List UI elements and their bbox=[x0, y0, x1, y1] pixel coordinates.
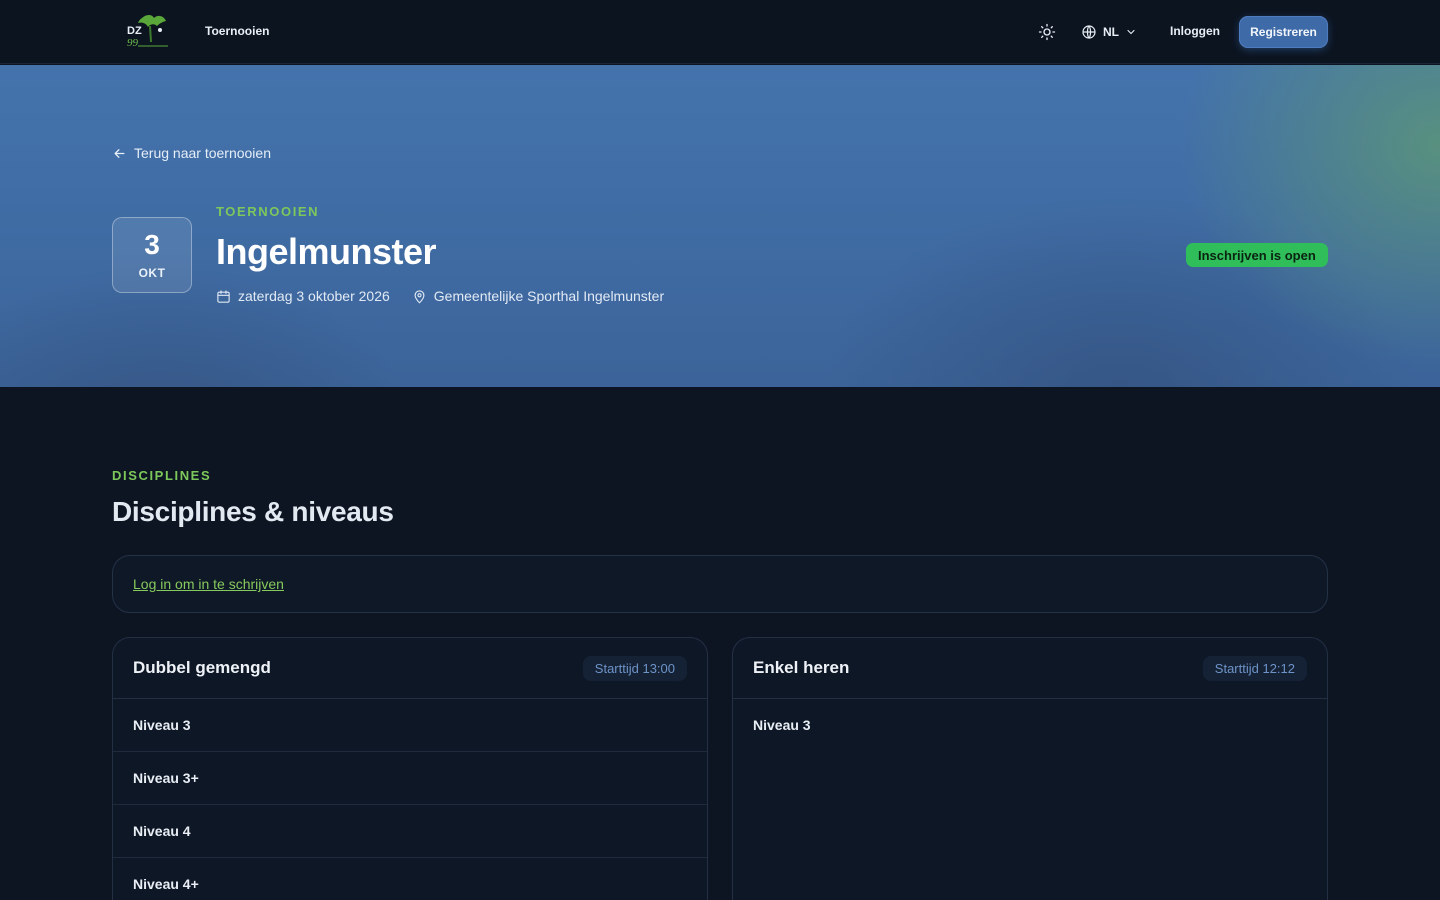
tournament-location: Gemeentelijke Sporthal Ingelmunster bbox=[412, 288, 664, 304]
level-label: Niveau 3 bbox=[133, 717, 191, 733]
tournament-hero bbox=[0, 65, 1440, 387]
location-text: Gemeentelijke Sporthal Ingelmunster bbox=[433, 288, 665, 304]
discipline-card: Enkel heren Starttijd 12:12 Niveau 3 bbox=[732, 637, 1328, 900]
level-row[interactable]: Niveau 4+ bbox=[113, 858, 707, 900]
level-label: Niveau 3+ bbox=[133, 770, 199, 786]
sun-icon bbox=[1038, 23, 1056, 41]
date-text: zaterdag 3 oktober 2026 bbox=[238, 288, 390, 304]
arrow-left-icon bbox=[114, 148, 125, 158]
page-title: Ingelmunster bbox=[216, 231, 437, 272]
login-link[interactable]: Inloggen bbox=[1170, 24, 1220, 38]
section-kicker: DISCIPLINES bbox=[112, 468, 212, 483]
level-label: Niveau 4+ bbox=[133, 876, 199, 892]
discipline-title: Enkel heren bbox=[753, 658, 850, 677]
language-select[interactable]: NL bbox=[1081, 20, 1137, 44]
level-label: Niveau 4 bbox=[133, 823, 191, 839]
level-label: Niveau 3 bbox=[753, 717, 811, 733]
level-row[interactable]: Niveau 3+ bbox=[113, 752, 707, 805]
date-day: 3 bbox=[144, 229, 160, 260]
date-month: OKT bbox=[138, 266, 166, 280]
card-header: Enkel heren Starttijd 12:12 bbox=[733, 638, 1327, 699]
hero-meta: zaterdag 3 oktober 2026 Gemeentelijke Sp… bbox=[216, 288, 664, 304]
language-label: NL bbox=[1103, 25, 1119, 39]
register-button[interactable]: Registreren bbox=[1239, 16, 1328, 48]
map-pin-icon bbox=[414, 289, 425, 304]
discipline-card: Dubbel gemengd Starttijd 13:00 Niveau 3 … bbox=[112, 637, 708, 900]
svg-text:99: 99 bbox=[127, 37, 139, 49]
back-link-label: Terug naar toernooien bbox=[134, 145, 271, 161]
date-badge: 3 OKT bbox=[112, 217, 192, 293]
level-row[interactable]: Niveau 3 bbox=[113, 699, 707, 752]
start-time-badge: Starttijd 12:12 bbox=[1202, 656, 1307, 681]
level-row[interactable]: Niveau 3 bbox=[733, 699, 1327, 752]
top-navbar: DZ 99 Toernooien NL Inloggen Registreren bbox=[0, 0, 1440, 64]
section-title: Disciplines & niveaus bbox=[112, 496, 394, 527]
globe-icon bbox=[1082, 25, 1096, 39]
start-time-badge: Starttijd 13:00 bbox=[582, 656, 687, 681]
chevron-down-icon bbox=[1127, 29, 1135, 35]
registration-status-badge: Inschrijven is open bbox=[1186, 243, 1328, 267]
hero-kicker: TOERNOOIEN bbox=[216, 204, 320, 219]
logo-icon[interactable]: DZ 99 bbox=[124, 12, 172, 52]
level-row[interactable]: Niveau 4 bbox=[113, 805, 707, 858]
back-to-tournaments-link[interactable]: Terug naar toernooien bbox=[112, 145, 271, 161]
nav-tournaments-link[interactable]: Toernooien bbox=[205, 24, 269, 38]
calendar-icon bbox=[217, 289, 230, 303]
login-prompt-banner: Log in om in te schrijven bbox=[112, 555, 1328, 613]
tournament-date: zaterdag 3 oktober 2026 bbox=[216, 288, 390, 304]
svg-text:DZ: DZ bbox=[127, 25, 142, 37]
discipline-title: Dubbel gemengd bbox=[133, 658, 271, 677]
theme-toggle-button[interactable] bbox=[1035, 20, 1059, 44]
login-to-register-link[interactable]: Log in om in te schrijven bbox=[133, 576, 284, 592]
card-header: Dubbel gemengd Starttijd 13:00 bbox=[113, 638, 707, 699]
